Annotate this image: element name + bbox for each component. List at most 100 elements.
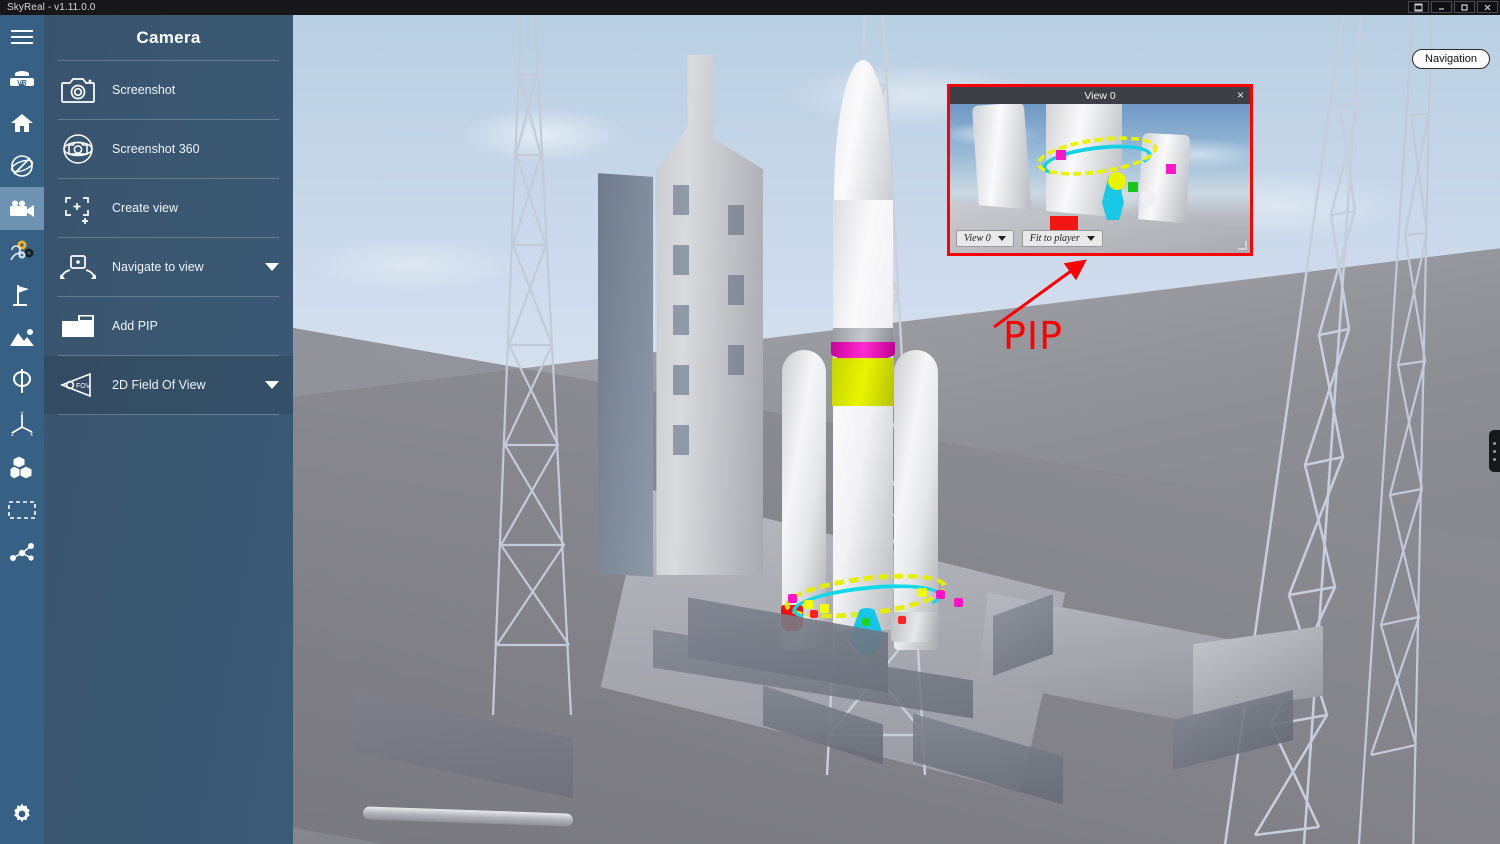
axis-gizmo-icon[interactable]: y z x [0, 402, 44, 445]
menu-item-label: 2D Field Of View [112, 378, 206, 392]
pip-titlebar: View 0 × [950, 87, 1250, 104]
menu-item-screenshot[interactable]: Screenshot [44, 61, 293, 119]
pip-controls: View 0 Fit to player [956, 230, 1103, 247]
pip-window[interactable]: View 0 × View 0 Fit to player [947, 84, 1253, 256]
svg-text:FOV: FOV [76, 383, 91, 390]
menu-item-label: Navigate to view [112, 260, 204, 274]
graph-nodes-icon[interactable] [0, 531, 44, 574]
red-marker [898, 616, 906, 624]
chevron-down-icon[interactable] [265, 381, 279, 389]
pip-white-sphere [1140, 190, 1156, 206]
close-button[interactable] [1477, 1, 1498, 13]
lattice-tower-left [473, 15, 583, 715]
handle-dot [1493, 441, 1496, 445]
environment-icon[interactable] [0, 316, 44, 359]
menu-item-create-view[interactable]: Create view [44, 179, 293, 237]
menu-item-navigate-to-view[interactable]: Navigate to view [44, 238, 293, 296]
green-marker [862, 618, 870, 626]
window-titlebar: SkyReal - v1.11.0.0 [0, 0, 1500, 15]
measure-phi-icon[interactable] [0, 359, 44, 402]
navigate-to-view-icon [58, 250, 98, 284]
create-view-icon [58, 191, 98, 225]
tower-window [673, 425, 689, 455]
application-window: SkyReal - v1.11.0.0 Navigation View 0 × … [0, 0, 1500, 844]
icon-rail: VR y z x [0, 15, 44, 844]
camera-icon[interactable] [0, 187, 44, 230]
menu-icon[interactable] [0, 15, 44, 58]
tower-window [673, 305, 689, 335]
vr-headset-icon[interactable]: VR [0, 58, 44, 101]
tower-window [673, 185, 689, 215]
magenta-marker [936, 590, 945, 599]
close-icon[interactable]: × [1237, 88, 1244, 103]
navigation-mode-badge[interactable]: Navigation [1412, 49, 1490, 69]
menu-item-label: Screenshot 360 [112, 142, 200, 156]
page-title: Camera [136, 27, 201, 47]
camera-menu-panel: Camera Screenshot Screenshot 360 Create … [44, 15, 293, 844]
yellow-marker [918, 588, 927, 597]
3d-viewport[interactable]: Navigation [293, 15, 1500, 844]
handle-dot [1493, 457, 1496, 461]
pip-annotation-label: PIP [1003, 314, 1064, 358]
navigation-mode-label: Navigation [1425, 53, 1477, 65]
pip-magenta-marker [1166, 164, 1176, 174]
handle-dot [1493, 449, 1496, 453]
divider [58, 414, 279, 415]
tower-window [728, 205, 744, 235]
pip-title-label: View 0 [1084, 89, 1116, 102]
service-tower-dark [598, 173, 653, 577]
menu-item-label: Add PIP [112, 319, 158, 333]
home-icon[interactable] [0, 101, 44, 144]
pip-magenta-marker [1056, 150, 1066, 160]
tower-window [728, 275, 744, 305]
yellow-marker [820, 604, 829, 613]
selection-box-icon[interactable] [0, 488, 44, 531]
pip-view-select[interactable]: View 0 [956, 230, 1014, 247]
magenta-marker [788, 594, 797, 603]
rocket-yellow-band [832, 358, 894, 406]
restore-group-button[interactable] [1408, 1, 1429, 13]
magenta-marker [954, 598, 963, 607]
tower-window [673, 365, 689, 395]
chevron-down-icon[interactable] [265, 263, 279, 271]
pip-render-area[interactable]: View 0 Fit to player [950, 104, 1250, 253]
add-pip-icon [58, 309, 98, 343]
window-title: SkyReal - v1.11.0.0 [7, 2, 96, 13]
pip-green-marker [1128, 182, 1138, 192]
svg-text:z: z [11, 432, 14, 437]
assembly-cubes-icon[interactable] [0, 445, 44, 488]
pip-resize-handle[interactable] [1238, 241, 1247, 250]
pip-fit-select[interactable]: Fit to player [1021, 230, 1103, 247]
rocket-grey-band [833, 328, 893, 342]
pip-yellow-sphere [1108, 172, 1126, 190]
panel-drag-handle[interactable] [1489, 430, 1500, 472]
svg-text:VR: VR [17, 80, 27, 87]
fov-icon: FOV [58, 368, 98, 402]
window-controls [1408, 1, 1498, 13]
camera-icon [58, 73, 98, 107]
pip-fit-select-label: Fit to player [1029, 233, 1080, 244]
svg-text:y: y [21, 411, 24, 417]
gear-icon[interactable] [0, 792, 44, 836]
svg-text:x: x [30, 432, 33, 437]
menu-item-2d-field-of-view[interactable]: FOV 2D Field Of View [44, 356, 293, 414]
red-marker [810, 610, 818, 618]
tower-window [673, 245, 689, 275]
no-gravity-icon[interactable] [0, 144, 44, 187]
rocket-nose-cone [834, 60, 892, 210]
camera-360-icon [58, 132, 98, 166]
chevron-down-icon [997, 236, 1006, 241]
tower-window [728, 345, 744, 375]
yellow-marker [804, 600, 813, 609]
menu-item-label: Create view [112, 201, 178, 215]
chevron-down-icon [1086, 236, 1095, 241]
minimize-button[interactable] [1431, 1, 1452, 13]
flag-marker-icon[interactable] [0, 273, 44, 316]
settings-gears-icon[interactable] [0, 230, 44, 273]
maximize-button[interactable] [1454, 1, 1475, 13]
menu-item-screenshot-360[interactable]: Screenshot 360 [44, 120, 293, 178]
pip-view-select-label: View 0 [964, 233, 991, 244]
menu-item-add-pip[interactable]: Add PIP [44, 297, 293, 355]
menu-item-label: Screenshot [112, 83, 176, 97]
lattice-tower-far-right [1353, 15, 1500, 844]
